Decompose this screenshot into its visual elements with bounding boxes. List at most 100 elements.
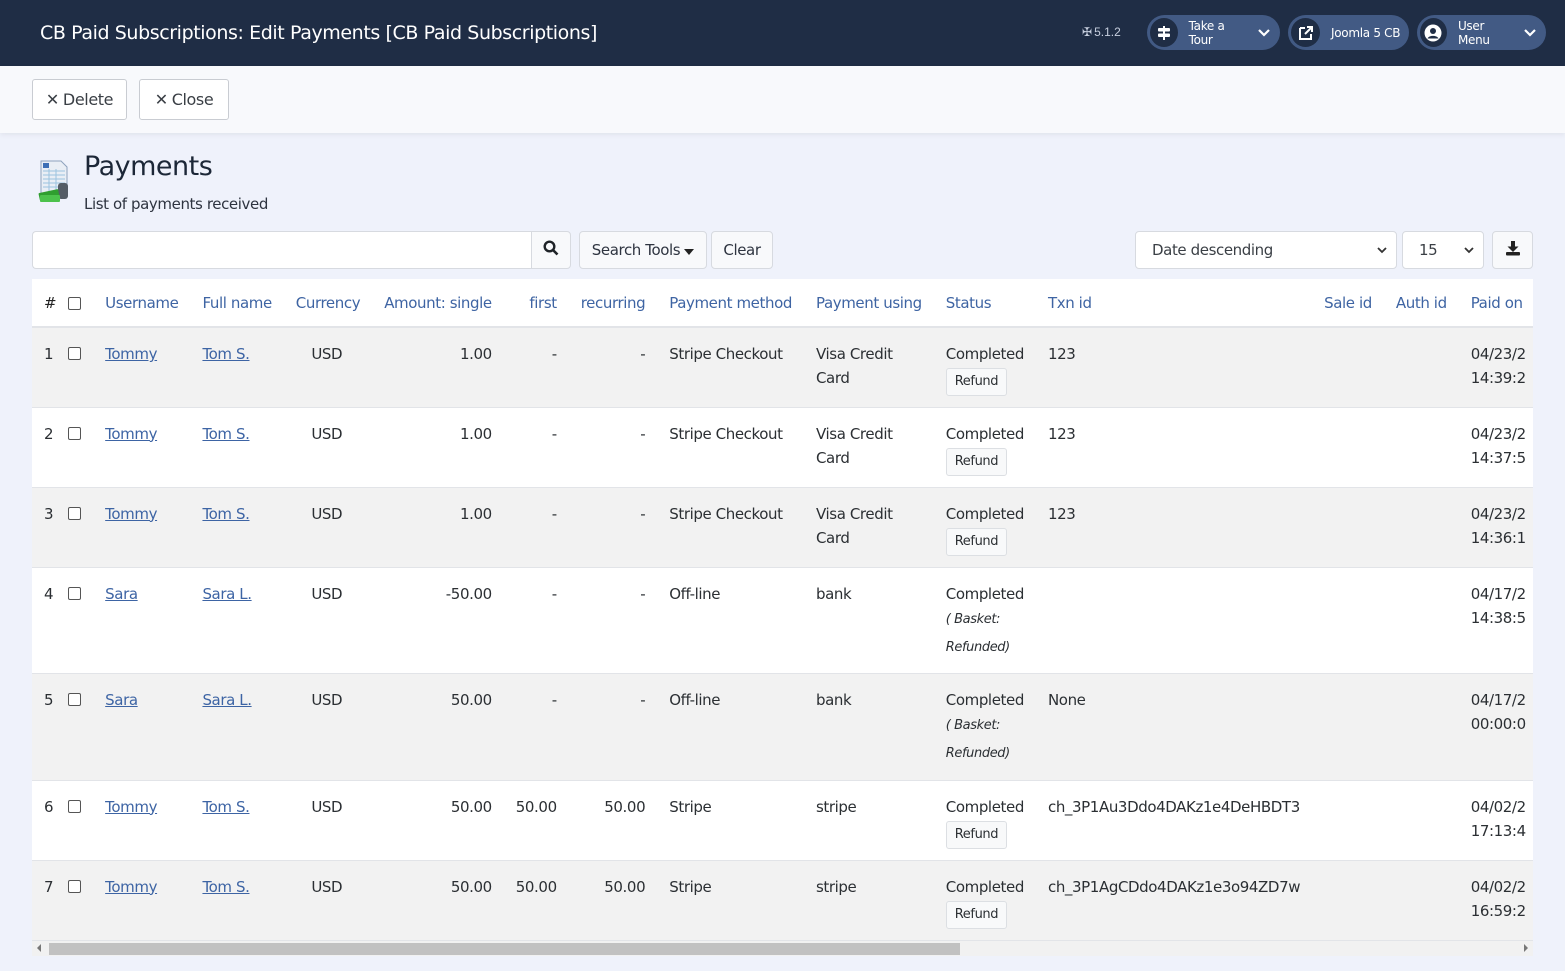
search-input[interactable] bbox=[32, 231, 532, 269]
scroll-left-arrow[interactable] bbox=[37, 944, 41, 952]
window-title: CB Paid Subscriptions: Edit Payments [CB… bbox=[40, 22, 598, 44]
fullname-link[interactable]: Tom S. bbox=[202, 345, 249, 363]
fullname-cell: Tom S. bbox=[190, 327, 284, 408]
row-select-cell bbox=[60, 567, 94, 674]
row-checkbox[interactable] bbox=[68, 426, 82, 440]
fullname-cell: Tom S. bbox=[190, 780, 284, 861]
amount-first-cell: - bbox=[503, 567, 569, 674]
paid-date: 04/23/2 bbox=[1470, 504, 1526, 523]
username-cell: Tommy bbox=[93, 780, 191, 861]
view-site-label: Joomla 5 CB bbox=[1331, 25, 1401, 40]
col-username[interactable]: Username bbox=[93, 279, 191, 328]
paid-on-cell: 04/23/2 14:39:2 bbox=[1458, 327, 1533, 408]
username-link[interactable]: Tommy bbox=[105, 345, 157, 363]
currency-cell: USD bbox=[283, 780, 373, 861]
auth-id-cell bbox=[1383, 567, 1459, 674]
col-status[interactable]: Status bbox=[933, 279, 1036, 328]
user-avatar-icon bbox=[1420, 18, 1447, 47]
take-a-tour-button[interactable]: Take a Tour bbox=[1147, 15, 1280, 50]
col-amount-recurring[interactable]: recurring bbox=[568, 279, 658, 328]
auth-id-cell bbox=[1383, 487, 1459, 568]
delete-button[interactable]: ✕ Delete bbox=[32, 79, 127, 120]
refund-button[interactable]: Refund bbox=[945, 368, 1008, 396]
refund-button[interactable]: Refund bbox=[945, 527, 1008, 556]
row-number: 1 bbox=[32, 327, 61, 408]
ordering-selected: Date descending bbox=[1152, 241, 1273, 259]
page-title: Payments bbox=[84, 151, 213, 182]
col-auth-id[interactable]: Auth id bbox=[1383, 279, 1459, 328]
username-link[interactable]: Tommy bbox=[105, 425, 157, 443]
col-txn-id[interactable]: Txn id bbox=[1035, 279, 1313, 328]
clear-label: Clear bbox=[723, 241, 761, 259]
row-checkbox[interactable] bbox=[68, 799, 82, 813]
status-text: Completed bbox=[945, 424, 1025, 443]
refund-button[interactable]: Refund bbox=[945, 820, 1008, 849]
search-tools-button[interactable]: Search Tools bbox=[579, 231, 707, 269]
username-link[interactable]: Sara bbox=[105, 585, 138, 603]
take-a-tour-label: Take a Tour bbox=[1188, 18, 1225, 47]
payment-method-cell: Off-line bbox=[657, 673, 804, 781]
export-button[interactable] bbox=[1492, 231, 1533, 269]
search-icon bbox=[543, 239, 559, 261]
row-checkbox[interactable] bbox=[68, 692, 82, 706]
row-checkbox[interactable] bbox=[68, 506, 82, 520]
paid-date: 04/02/2 bbox=[1470, 797, 1526, 816]
table-row: 3 Tommy Tom S. USD 1.00- - Stripe Checkout Visa… bbox=[32, 487, 1533, 568]
username-link[interactable]: Tommy bbox=[105, 878, 157, 896]
download-icon bbox=[1505, 240, 1521, 261]
amount-first-cell: - bbox=[503, 327, 569, 408]
col-amount-single[interactable]: Amount: single bbox=[372, 279, 504, 328]
col-payment-using[interactable]: Payment using bbox=[803, 279, 934, 328]
view-site-button[interactable]: Joomla 5 CB bbox=[1288, 15, 1409, 50]
payment-using-text: Visa Credit Card bbox=[815, 424, 893, 467]
ordering-select[interactable]: Date descending bbox=[1135, 231, 1397, 269]
check-all-checkbox[interactable] bbox=[68, 296, 82, 310]
fullname-link[interactable]: Tom S. bbox=[202, 425, 249, 443]
col-currency[interactable]: Currency bbox=[283, 279, 373, 328]
paid-date: 04/17/2 bbox=[1470, 584, 1526, 603]
col-fullname[interactable]: Full name bbox=[190, 279, 284, 328]
payment-method-cell: Off-line bbox=[657, 567, 804, 674]
list-limit-select[interactable]: 15 bbox=[1402, 231, 1484, 269]
fullname-link[interactable]: Sara L. bbox=[202, 585, 252, 603]
close-icon: ✕ bbox=[154, 90, 168, 109]
col-amount-first[interactable]: first bbox=[503, 279, 569, 328]
fullname-link[interactable]: Tom S. bbox=[202, 798, 249, 816]
fullname-link[interactable]: Tom S. bbox=[202, 878, 249, 896]
scrollbar-thumb[interactable] bbox=[49, 943, 960, 955]
username-link[interactable]: Tommy bbox=[105, 798, 157, 816]
horizontal-scrollbar[interactable] bbox=[32, 941, 1533, 956]
row-checkbox[interactable] bbox=[68, 879, 82, 893]
status-text: Completed bbox=[945, 877, 1025, 896]
payments-icon bbox=[37, 159, 73, 205]
col-sale-id[interactable]: Sale id bbox=[1312, 279, 1384, 328]
amount-single-cell: 50.00 bbox=[372, 780, 504, 861]
col-paid-on[interactable]: Paid on bbox=[1458, 279, 1533, 328]
fullname-link[interactable]: Tom S. bbox=[202, 505, 249, 523]
close-button[interactable]: ✕ Close bbox=[139, 79, 229, 120]
search-button[interactable] bbox=[531, 231, 571, 269]
amount-single-cell: 50.00 bbox=[372, 860, 504, 941]
sale-id-cell bbox=[1312, 327, 1384, 408]
row-number: 7 bbox=[32, 860, 61, 941]
row-checkbox[interactable] bbox=[68, 347, 82, 360]
fullname-link[interactable]: Sara L. bbox=[202, 691, 252, 709]
row-checkbox[interactable] bbox=[68, 586, 82, 600]
username-link[interactable]: Tommy bbox=[105, 505, 157, 523]
user-menu-label: User Menu bbox=[1457, 18, 1490, 47]
search-tools-label: Search Tools bbox=[591, 241, 681, 259]
scroll-right-arrow[interactable] bbox=[1524, 944, 1528, 952]
paid-time: 00:00:0 bbox=[1470, 714, 1526, 733]
fullname-cell: Tom S. bbox=[190, 860, 284, 941]
sale-id-cell bbox=[1312, 780, 1384, 861]
amount-single-cell: 50.00 bbox=[372, 673, 504, 781]
user-menu-button[interactable]: User Menu bbox=[1417, 15, 1546, 50]
clear-button[interactable]: Clear bbox=[711, 231, 773, 269]
col-payment-method[interactable]: Payment method bbox=[657, 279, 804, 328]
payment-method-cell: Stripe Checkout bbox=[657, 407, 804, 488]
refund-button[interactable]: Refund bbox=[945, 447, 1008, 476]
refund-button[interactable]: Refund bbox=[945, 900, 1008, 929]
amount-recurring-cell: 50.00 bbox=[568, 860, 658, 941]
username-link[interactable]: Sara bbox=[105, 691, 138, 709]
currency-cell: USD bbox=[283, 327, 373, 408]
